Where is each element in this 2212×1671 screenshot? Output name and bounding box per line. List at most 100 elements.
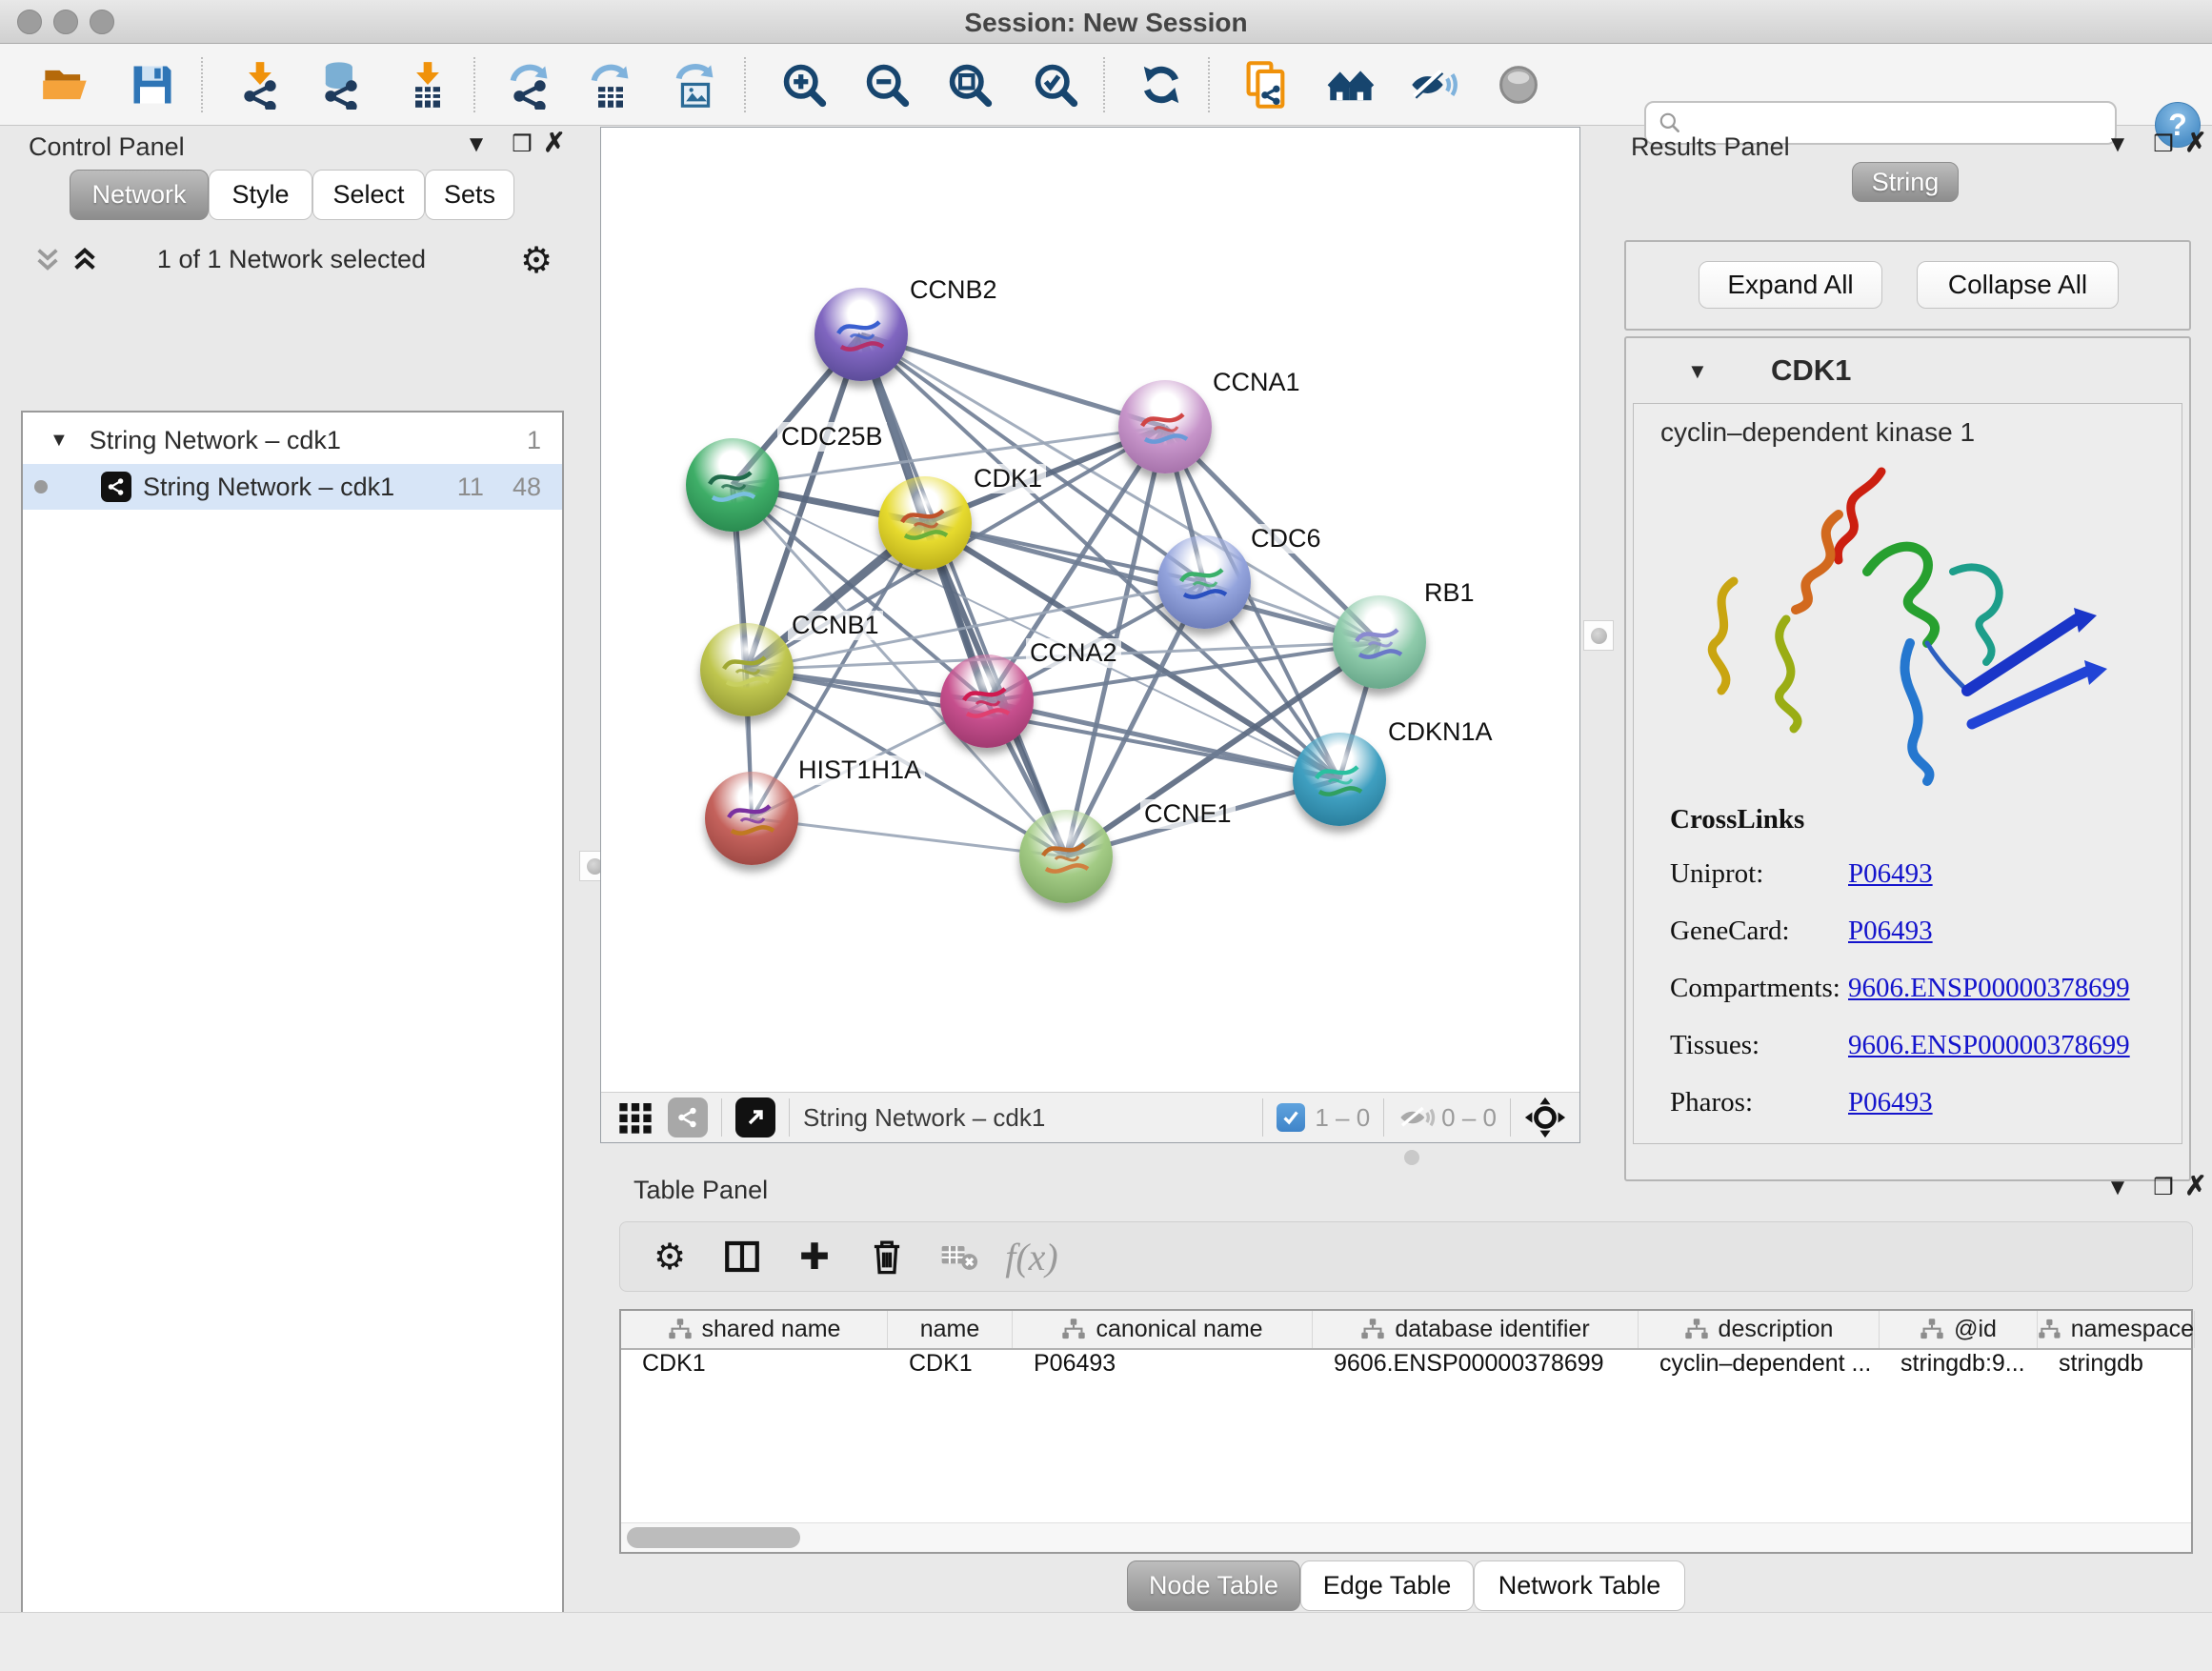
- panel-menu-icon[interactable]: ▼: [460, 131, 493, 159]
- tab-node-table[interactable]: Node Table: [1127, 1560, 1300, 1611]
- grid-view-icon[interactable]: [616, 1098, 654, 1137]
- table-cell[interactable]: CDK1: [909, 1350, 1009, 1386]
- network-node-CCNB2[interactable]: [814, 288, 908, 381]
- import-table-icon[interactable]: [402, 59, 453, 111]
- expand-all-button[interactable]: Expand All: [1699, 261, 1882, 309]
- table-horizontal-scrollbar[interactable]: [621, 1522, 2191, 1552]
- add-column-icon[interactable]: ✚: [778, 1236, 851, 1278]
- refresh-icon[interactable]: [1136, 59, 1187, 111]
- crosslink-link[interactable]: P06493: [1848, 858, 1933, 890]
- collapse-all-icon[interactable]: [31, 243, 64, 275]
- tab-edge-table[interactable]: Edge Table: [1300, 1560, 1474, 1611]
- tab-network-table[interactable]: Network Table: [1474, 1560, 1685, 1611]
- network-node-CDC6[interactable]: [1157, 535, 1251, 629]
- network-node-CDC25B[interactable]: [686, 438, 779, 532]
- column-header--id[interactable]: @id: [1880, 1311, 2038, 1348]
- delete-table-icon[interactable]: [923, 1236, 995, 1278]
- zoom-out-icon[interactable]: [861, 59, 913, 111]
- network-view-share-icon[interactable]: [668, 1097, 708, 1137]
- bottom-splitter-handle[interactable]: [1404, 1150, 1419, 1165]
- zoom-in-icon[interactable]: [778, 59, 830, 111]
- tree-expand-arrow-icon[interactable]: ▼: [50, 430, 69, 452]
- delete-column-icon[interactable]: [851, 1237, 923, 1277]
- column-header-canonical-name[interactable]: canonical name: [1013, 1311, 1313, 1348]
- column-header-label: description: [1719, 1316, 1834, 1343]
- panel-float-icon[interactable]: ❒: [2147, 1174, 2180, 1202]
- share-document-icon[interactable]: [1240, 59, 1292, 111]
- open-folder-icon[interactable]: [40, 59, 91, 111]
- detach-view-icon[interactable]: [735, 1097, 775, 1137]
- right-splitter-handle[interactable]: [1583, 620, 1614, 651]
- table-cell[interactable]: cyclin–dependent ...: [1659, 1350, 1876, 1386]
- expand-all-icon[interactable]: [69, 243, 101, 275]
- panel-close-icon[interactable]: ✗: [2180, 129, 2212, 157]
- panel-menu-icon[interactable]: ▼: [2101, 1174, 2134, 1202]
- column-header-namespace[interactable]: namespace: [2038, 1311, 2195, 1348]
- collapse-all-button[interactable]: Collapse All: [1917, 261, 2119, 309]
- protein-structure-image: [1681, 457, 2112, 793]
- columns-icon[interactable]: [706, 1237, 778, 1277]
- crosslink-link[interactable]: 9606.ENSP00000378699: [1848, 973, 2130, 1004]
- network-node-label: CCNA1: [1209, 368, 1304, 397]
- column-header-name[interactable]: name: [888, 1311, 1013, 1348]
- scrollbar-thumb[interactable]: [627, 1527, 800, 1548]
- hide-eye-icon[interactable]: [1408, 59, 1459, 111]
- table-cell[interactable]: stringdb: [2059, 1350, 2191, 1386]
- network-node-CDK1[interactable]: [878, 476, 972, 570]
- crosshair-icon[interactable]: [1524, 1097, 1566, 1138]
- column-type-icon: [668, 1318, 693, 1342]
- tree-row-network[interactable]: String Network – cdk1 11 48: [23, 464, 562, 510]
- crosslink-label: Tissues:: [1670, 1030, 1848, 1061]
- table-cell[interactable]: stringdb:9...: [1900, 1350, 2034, 1386]
- home-icon[interactable]: [1326, 59, 1377, 111]
- panel-close-icon[interactable]: ✗: [2180, 1172, 2212, 1200]
- crosslink-link[interactable]: P06493: [1848, 1087, 1933, 1118]
- network-node-CCNB1[interactable]: [700, 623, 794, 716]
- network-canvas[interactable]: CCNB2 CCNA1 CDC25B CDK1 CDC6 RB1 CCNB1 C…: [600, 127, 1580, 1143]
- crosslinks-block: CrossLinks Uniprot:P06493GeneCard:P06493…: [1670, 804, 2165, 1144]
- selected-checkbox-icon[interactable]: [1277, 1103, 1305, 1132]
- new-table-icon[interactable]: [585, 59, 636, 111]
- panel-menu-icon[interactable]: ▼: [2101, 131, 2134, 159]
- network-node-CCNA1[interactable]: [1118, 380, 1212, 473]
- new-network-icon[interactable]: [504, 59, 555, 111]
- tree-row-collection[interactable]: ▼ String Network – cdk1 1: [23, 418, 562, 462]
- tab-select[interactable]: Select: [312, 170, 425, 220]
- tab-style[interactable]: Style: [209, 170, 312, 220]
- show-eye-icon[interactable]: [1493, 59, 1544, 111]
- gear-icon[interactable]: ⚙: [633, 1236, 706, 1278]
- table-cell[interactable]: 9606.ENSP00000378699: [1334, 1350, 1635, 1386]
- tab-network[interactable]: Network: [70, 170, 209, 220]
- status-bar: Memory: [0, 1612, 2212, 1671]
- network-node-CCNA2[interactable]: [940, 654, 1034, 748]
- save-icon[interactable]: [127, 59, 178, 111]
- export-image-icon[interactable]: [670, 59, 721, 111]
- table-cell[interactable]: P06493: [1034, 1350, 1309, 1386]
- panel-float-icon[interactable]: ❒: [506, 131, 538, 159]
- protein-ribbon-icon: [705, 772, 798, 865]
- tab-string[interactable]: String: [1852, 162, 1959, 202]
- zoom-fit-icon[interactable]: [944, 59, 995, 111]
- hidden-eye-icon[interactable]: [1398, 1098, 1436, 1137]
- import-database-icon[interactable]: [315, 59, 367, 111]
- network-node-RB1[interactable]: [1333, 595, 1426, 689]
- network-node-CCNE1[interactable]: [1019, 810, 1113, 903]
- tab-sets[interactable]: Sets: [425, 170, 514, 220]
- results-panel-title: Results Panel: [1631, 132, 1790, 162]
- column-header-shared-name[interactable]: shared name: [621, 1311, 888, 1348]
- panel-float-icon[interactable]: ❒: [2147, 131, 2180, 159]
- crosslink-link[interactable]: 9606.ENSP00000378699: [1848, 1030, 2130, 1061]
- gear-icon[interactable]: ⚙: [520, 239, 553, 281]
- panel-close-icon[interactable]: ✗: [538, 129, 571, 157]
- network-node-CDKN1A[interactable]: [1293, 733, 1386, 826]
- table-cell[interactable]: CDK1: [642, 1350, 884, 1386]
- column-header-description[interactable]: description: [1639, 1311, 1880, 1348]
- protein-description: cyclin–dependent kinase 1: [1660, 417, 1975, 448]
- zoom-selected-icon[interactable]: [1030, 59, 1081, 111]
- function-builder-icon[interactable]: f(x): [995, 1235, 1068, 1279]
- section-collapse-arrow-icon[interactable]: ▼: [1687, 359, 1708, 384]
- column-header-database-identifier[interactable]: database identifier: [1313, 1311, 1639, 1348]
- network-node-HIST1H1A[interactable]: [705, 772, 798, 865]
- import-network-icon[interactable]: [234, 59, 286, 111]
- crosslink-link[interactable]: P06493: [1848, 916, 1933, 947]
